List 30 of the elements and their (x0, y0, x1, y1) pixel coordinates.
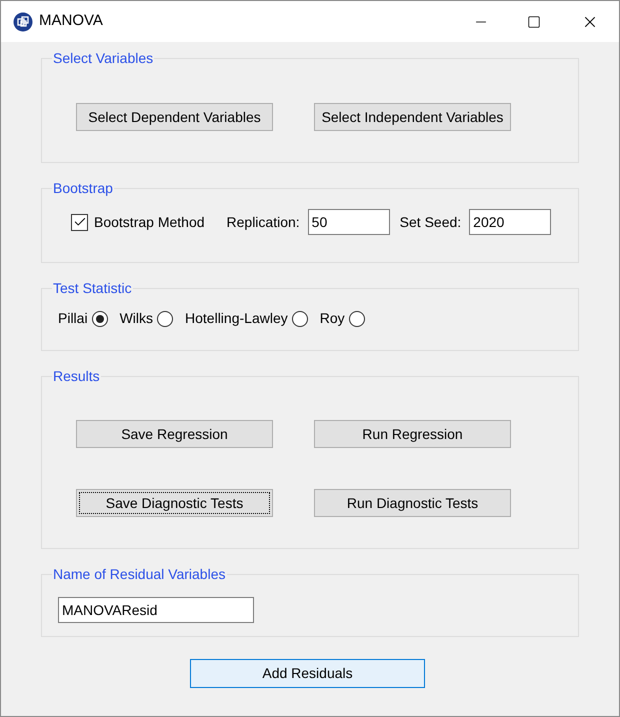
action-button[interactable]: Select Independent Variables (314, 103, 511, 131)
option-label: Pillai (58, 309, 88, 328)
input-field[interactable]: MANOVAResid (58, 597, 254, 623)
action-button[interactable]: Run Regression (314, 420, 511, 448)
radio-button[interactable] (157, 310, 174, 326)
option-label: Hotelling-Lawley (185, 309, 288, 328)
app-icon (13, 12, 33, 32)
radio-button[interactable] (92, 310, 108, 326)
group-title: Name of Residual Variables (52, 566, 226, 582)
field-label: Replication: (226, 212, 300, 232)
group-title: Select Variables (52, 50, 154, 66)
checkbox[interactable] (71, 214, 88, 230)
radio-button[interactable] (348, 310, 365, 326)
group-title: Test Statistic (52, 280, 133, 296)
group-title: Bootstrap (52, 180, 114, 196)
checkbox-label: Bootstrap Method (94, 212, 205, 232)
window-title: MANOVA (39, 11, 103, 32)
input-field[interactable]: 2020 (469, 209, 552, 235)
group-title: Results (52, 368, 101, 384)
action-button[interactable]: Select Dependent Variables (76, 103, 273, 131)
input-field[interactable]: 50 (308, 209, 390, 235)
option-label: Wilks (120, 309, 154, 328)
field-label: Set Seed: (400, 212, 462, 232)
action-button[interactable]: Run Diagnostic Tests (314, 489, 511, 517)
maximize-icon[interactable] (527, 14, 541, 28)
action-button[interactable]: Save Diagnostic Tests (76, 489, 273, 517)
option-label: Roy (320, 309, 345, 328)
radio-button[interactable] (292, 310, 308, 326)
add-residuals-button[interactable]: Add Residuals (190, 659, 425, 688)
action-button[interactable]: Save Regression (76, 420, 273, 448)
